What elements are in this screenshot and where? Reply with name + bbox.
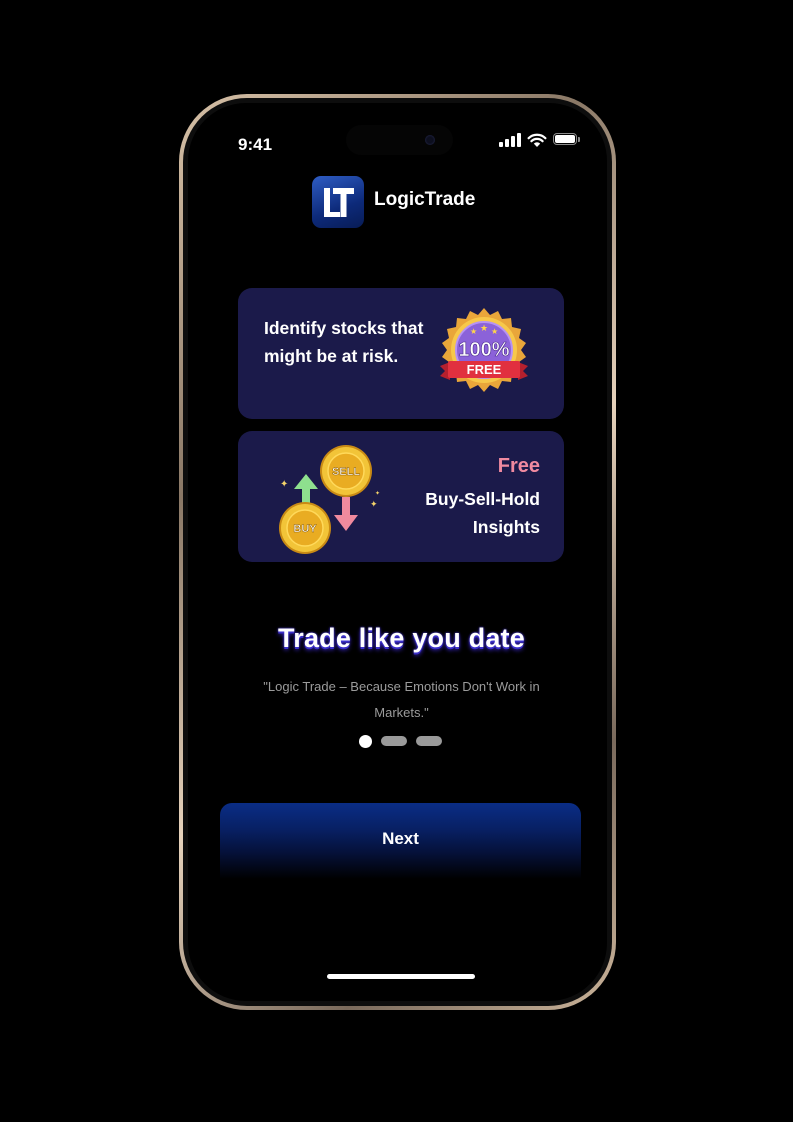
page-dot-3[interactable] [416,736,442,746]
svg-text:BUY: BUY [293,523,317,535]
phone-frame: 9:41 LogicTrade Identify stocks that mig… [179,94,616,1010]
status-time: 9:41 [238,135,273,154]
feature-card-insights: ✦ ✦ ✦ SELL BUY Free Buy-Sell-Hold Insigh… [238,431,564,562]
svg-text:★: ★ [480,324,488,334]
svg-text:SELL: SELL [332,466,360,478]
next-button[interactable]: Next [220,803,581,879]
status-icons [499,132,589,148]
app-logo [312,176,364,228]
feature-card-text: Buy-Sell-Hold Insights [425,489,540,537]
feature-card-risk: Identify stocks that might be at risk. ★… [238,288,564,419]
battery-icon [553,133,580,145]
app-screen: 9:41 LogicTrade Identify stocks that mig… [188,103,607,1001]
buy-sell-coins-icon: ✦ ✦ ✦ SELL BUY [279,445,380,554]
next-button-label: Next [382,829,419,848]
svg-text:100%: 100% [458,339,509,361]
svg-text:FREE: FREE [467,362,502,377]
onboarding-headline: Trade like you date [278,623,525,653]
onboarding-quote: "Logic Trade – Because Emotions Don't Wo… [263,679,540,720]
phone-bezel: 9:41 LogicTrade Identify stocks that mig… [183,98,612,1006]
feature-card-text: Identify stocks that might be at risk. [264,318,424,366]
svg-text:★: ★ [491,327,498,336]
camera-icon [425,135,435,145]
page-dot-1[interactable] [359,735,372,748]
dynamic-island [346,125,453,155]
page-dot-2[interactable] [381,736,407,746]
free-label: Free [497,455,540,477]
home-indicator[interactable] [327,974,475,979]
app-name: LogicTrade [374,189,476,210]
wifi-icon [527,133,547,147]
svg-text:✦: ✦ [280,479,288,490]
svg-text:✦: ✦ [370,500,378,510]
free-badge-icon: ★ ★ ★ 100% FREE [440,308,528,392]
signal-icon [499,133,521,147]
svg-text:★: ★ [470,327,477,336]
logo-mark-icon [324,188,354,217]
